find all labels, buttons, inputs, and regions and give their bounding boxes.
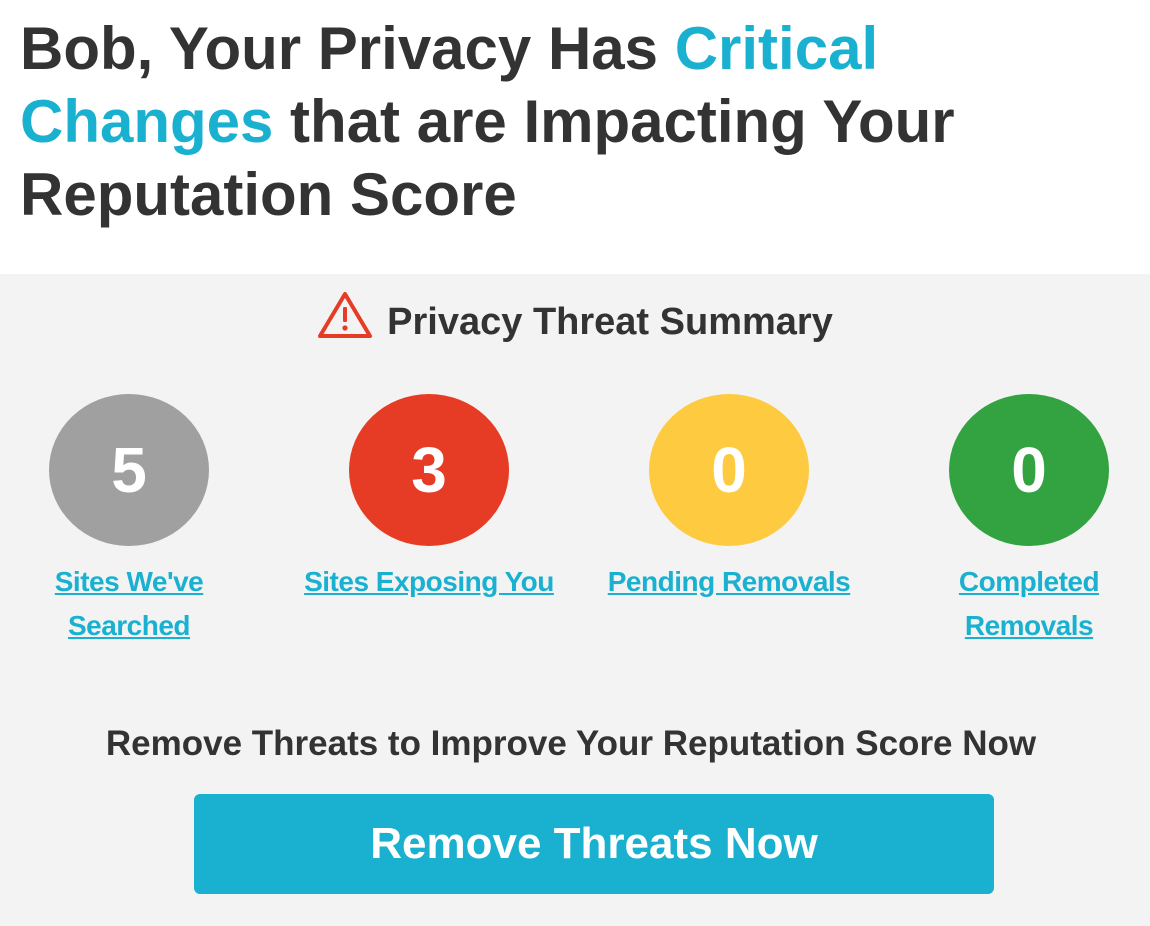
remove-threats-button[interactable]: Remove Threats Now [194, 794, 994, 894]
link-pending-removals[interactable]: Pending Removals [608, 560, 851, 604]
link-sites-exposing[interactable]: Sites Exposing You [304, 560, 554, 604]
link-completed-line-1: Completed [958, 566, 1100, 597]
stat-value-completed: 0 [1011, 434, 1047, 506]
stat-circle-completed: 0 [949, 394, 1109, 546]
link-completed-removals[interactable]: Completed Removals [958, 560, 1100, 648]
stat-value-exposing: 3 [411, 434, 447, 506]
summary-title: Privacy Threat Summary [387, 301, 833, 343]
stat-sites-exposing: 3 Sites Exposing You [289, 394, 569, 604]
page-headline: Bob, Your Privacy Has Critical Changes t… [20, 12, 1130, 231]
stat-value-pending: 0 [711, 434, 747, 506]
stat-completed-removals: 0 Completed Removals [889, 394, 1150, 648]
cta-message: Remove Threats to Improve Your Reputatio… [105, 724, 1037, 763]
summary-header: Privacy Threat Summary [0, 290, 1150, 354]
stat-sites-searched: 5 Sites We've Searched [0, 394, 269, 648]
link-sites-searched[interactable]: Sites We've Searched [55, 560, 204, 648]
stat-circle-pending: 0 [649, 394, 809, 546]
hero-section: Bob, Your Privacy Has Critical Changes t… [0, 0, 1150, 274]
warning-triangle-icon [318, 292, 373, 338]
threat-summary-panel: Privacy Threat Summary 5 Sites We've Sear… [0, 274, 1150, 926]
stat-circle-exposing: 3 [349, 394, 509, 546]
link-sites-searched-line-2: Searched [67, 610, 191, 641]
stat-pending-removals: 0 Pending Removals [589, 394, 869, 604]
stats-row: 5 Sites We've Searched 3 Sites Exposing Y… [0, 394, 1150, 654]
link-sites-searched-line-1: Sites We've [54, 566, 204, 597]
stat-value-searched: 5 [111, 434, 147, 506]
stat-circle-searched: 5 [49, 394, 209, 546]
link-completed-line-2: Removals [964, 610, 1094, 641]
headline-part-1: Bob, Your Privacy Has [20, 15, 675, 82]
